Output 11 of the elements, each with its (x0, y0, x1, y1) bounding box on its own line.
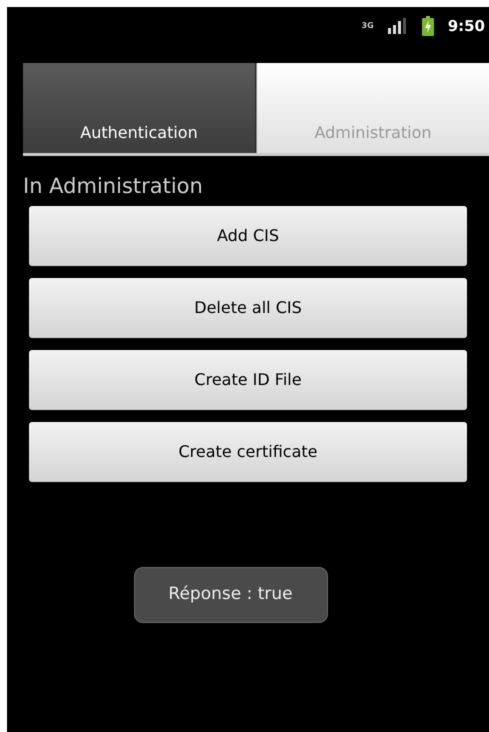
toast: Réponse : true (134, 567, 328, 623)
action-button[interactable]: Create certificate (29, 422, 467, 482)
tab[interactable]: Authentication (23, 63, 256, 153)
network-type-label: 3G (362, 22, 374, 30)
signal-icon (388, 18, 408, 34)
action-button[interactable]: Add CIS (29, 206, 467, 266)
action-button[interactable]: Delete all CIS (29, 278, 467, 338)
clock: 9:50 (448, 16, 485, 37)
action-button[interactable]: Create ID File (29, 350, 467, 410)
heading: In Administration (23, 173, 204, 200)
battery-charging-icon (422, 16, 434, 36)
